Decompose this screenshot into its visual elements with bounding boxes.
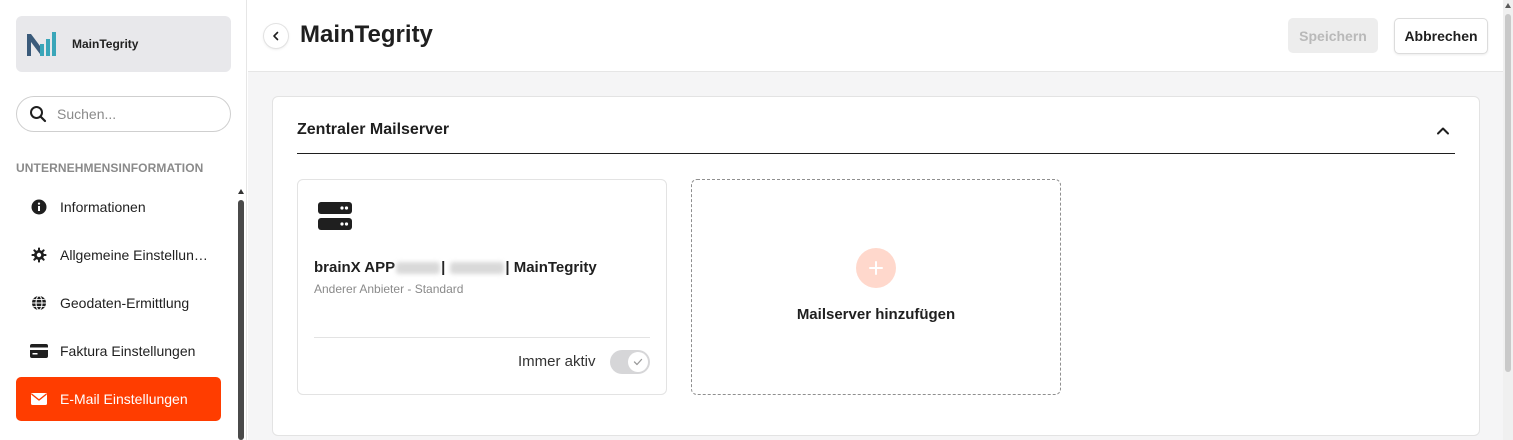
sidebar-item-label: Faktura Einstellungen: [60, 343, 196, 359]
sidebar-item-faktura-einstellungen[interactable]: Faktura Einstellungen: [16, 329, 221, 373]
mailserver-provider: Anderer Anbieter - Standard: [314, 282, 464, 296]
sidebar-scroll-up-arrow[interactable]: [238, 189, 244, 194]
sidebar-item-informationen[interactable]: Informationen: [16, 185, 221, 229]
plus-icon: [856, 248, 896, 288]
card-divider: [314, 337, 650, 338]
collapse-button[interactable]: [1433, 121, 1453, 141]
chevron-left-icon: [273, 31, 279, 41]
envelope-icon: [30, 390, 48, 408]
always-active-label: Immer aktiv: [518, 353, 596, 370]
credit-card-icon: [30, 342, 48, 360]
sidebar-nav: Informationen Allgemeine Einstellungen G…: [16, 185, 221, 425]
sidebar-item-label: Informationen: [60, 199, 146, 215]
chevron-up-icon: [1437, 127, 1449, 135]
mailserver-panel: Zentraler Mailserver brainX APP | | Main…: [272, 96, 1480, 436]
sidebar-item-allgemeine-einstellungen[interactable]: Allgemeine Einstellungen: [16, 233, 221, 277]
scroll-up-arrow[interactable]: [1505, 3, 1511, 8]
sidebar: MainTegrity UNTERNEHMENSINFORMATION Info…: [0, 0, 247, 440]
search-icon: [30, 106, 47, 123]
add-mailserver-label: Mailserver hinzufügen: [796, 306, 956, 323]
redacted-text: [450, 261, 505, 274]
mailserver-name-separator: |: [441, 259, 446, 276]
page-scrollbar-thumb[interactable]: [1505, 14, 1511, 372]
save-button[interactable]: Speichern: [1288, 18, 1378, 53]
gear-icon: [30, 246, 48, 264]
mailserver-card[interactable]: brainX APP | | MainTegrity Anderer Anbie…: [297, 179, 667, 395]
search-box[interactable]: [16, 96, 231, 132]
main-content: Zentraler Mailserver brainX APP | | Main…: [248, 72, 1503, 440]
toggle-knob: [628, 352, 648, 372]
sidebar-item-label: Allgemeine Einstellungen: [60, 247, 210, 263]
sidebar-item-label: Geodaten-Ermittlung: [60, 295, 190, 311]
add-mailserver-card[interactable]: Mailserver hinzufügen: [691, 179, 1061, 395]
info-icon: [30, 198, 48, 216]
back-button[interactable]: [264, 24, 288, 48]
search-input[interactable]: [57, 106, 207, 122]
panel-divider: [297, 153, 1455, 154]
server-icon: [318, 202, 352, 230]
panel-title: Zentraler Mailserver: [297, 121, 450, 138]
maintegrity-logo-icon: [27, 32, 56, 56]
brand-name: MainTegrity: [72, 37, 139, 51]
cancel-button[interactable]: Abbrechen: [1394, 18, 1488, 54]
sidebar-item-email-einstellungen[interactable]: E-Mail Einstellungen: [16, 377, 221, 421]
page-header: MainTegrity Speichern Abbrechen: [248, 0, 1503, 72]
always-active-toggle[interactable]: [610, 350, 650, 374]
mailserver-name-suffix: | MainTegrity: [505, 259, 597, 276]
redacted-text: [396, 261, 441, 274]
mailserver-name-prefix: brainX APP: [314, 259, 396, 276]
section-label: UNTERNEHMENSINFORMATION: [16, 161, 204, 175]
brand-header[interactable]: MainTegrity: [16, 16, 231, 72]
page-title: MainTegrity: [300, 21, 433, 48]
sidebar-scrollbar-thumb[interactable]: [238, 200, 244, 440]
page-scrollbar[interactable]: [1503, 0, 1513, 440]
globe-icon: [30, 294, 48, 312]
sidebar-item-label: E-Mail Einstellungen: [60, 391, 188, 407]
sidebar-item-geodaten-ermittlung[interactable]: Geodaten-Ermittlung: [16, 281, 221, 325]
mailserver-name: brainX APP | | MainTegrity: [314, 259, 597, 276]
check-icon: [633, 358, 643, 366]
